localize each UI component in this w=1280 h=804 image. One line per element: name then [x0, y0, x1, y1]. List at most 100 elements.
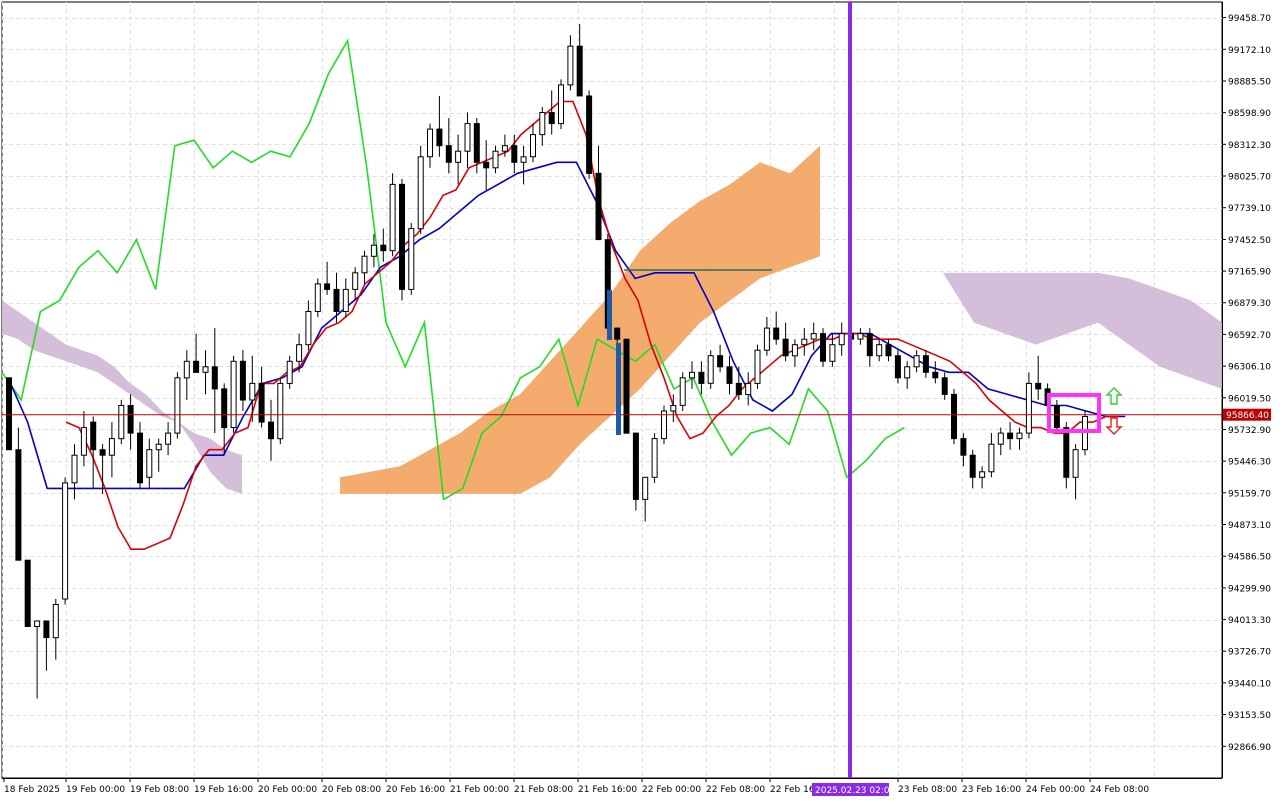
candle-bearish — [1007, 432, 1014, 440]
price-tick-label: 98885.50 — [1228, 78, 1271, 88]
time-marker-label: 2025.02.23 02:00 — [815, 786, 896, 796]
candle-bullish — [763, 327, 770, 351]
candle-bullish — [277, 382, 284, 440]
candle-bullish — [155, 443, 162, 451]
price-tick-label: 96592.70 — [1228, 331, 1271, 341]
candle-bullish — [314, 283, 321, 312]
candle-bullish — [791, 344, 798, 357]
price-tick-label: 95159.70 — [1228, 489, 1271, 499]
candle-bullish — [34, 620, 41, 627]
candle-bullish — [296, 344, 303, 362]
candle-bearish — [941, 377, 948, 395]
candle-bullish — [342, 288, 349, 312]
price-tick-label: 93153.50 — [1228, 711, 1271, 721]
price-tick-label: 95732.90 — [1228, 426, 1271, 436]
candle-bullish — [370, 244, 377, 257]
candle-bullish — [165, 432, 172, 445]
price-tick-label: 97165.90 — [1228, 268, 1271, 278]
signal-bar-upper — [607, 290, 612, 340]
candle-bullish — [876, 344, 883, 357]
candle-bearish — [473, 123, 480, 163]
candle-bullish — [745, 382, 752, 395]
candle-bearish — [6, 377, 12, 451]
time-tick-label: 18 Feb 2025 — [4, 785, 60, 795]
candle-bullish — [108, 438, 115, 456]
candle-bullish — [230, 360, 237, 429]
candle-bullish — [979, 471, 986, 478]
price-tick-label: 93440.10 — [1228, 679, 1271, 689]
price-tick-label: 97452.50 — [1228, 236, 1271, 246]
candle-bullish — [754, 349, 761, 384]
price-tick-label: 94586.50 — [1228, 553, 1271, 563]
price-tick-label: 98025.70 — [1228, 173, 1271, 183]
price-tick-label: 99458.70 — [1228, 14, 1271, 24]
candle-bearish — [15, 449, 22, 561]
candle-bullish — [1082, 416, 1088, 451]
candle-bullish — [417, 156, 424, 230]
candle-bullish — [829, 344, 836, 362]
candle-bearish — [127, 405, 134, 434]
candle-bearish — [735, 382, 742, 395]
time-tick-label: 22 Feb 00:00 — [642, 785, 701, 795]
candle-bearish — [1063, 427, 1070, 478]
candle-bullish — [810, 333, 817, 340]
time-tick-label: 19 Feb 08:00 — [130, 785, 189, 795]
candle-bullish — [838, 333, 845, 346]
candle-bearish — [90, 421, 97, 451]
candle-bullish — [651, 438, 658, 478]
candle-bullish — [1025, 382, 1032, 434]
time-tick-label: 23 Feb 16:00 — [962, 785, 1021, 795]
chart-container[interactable]: 99458.70 99172.10 98885.50 98598.90 98312.30… — [0, 0, 1280, 800]
price-tick-label: 94299.90 — [1228, 584, 1271, 594]
candle-bearish — [258, 382, 265, 423]
time-tick-label: 23 Feb 08:00 — [898, 785, 957, 795]
candle-bullish — [305, 311, 312, 346]
candle-bullish — [389, 183, 396, 252]
candle-bullish — [62, 482, 69, 600]
time-axis: 18 Feb 2025 19 Feb 00:00 19 Feb 08:00 19 Fe… — [2, 778, 1222, 796]
candle-bullish — [1072, 449, 1079, 478]
candle-bullish — [118, 405, 125, 440]
candle-bearish — [1053, 405, 1060, 429]
candle-bearish — [511, 145, 518, 163]
price-tick-label: 92866.90 — [1228, 743, 1271, 753]
price-tick-label: 98598.90 — [1228, 109, 1271, 119]
candle-bullish — [679, 377, 686, 406]
candle-bearish — [726, 366, 733, 384]
candle-bearish — [436, 128, 443, 147]
candle-bullish — [286, 360, 293, 384]
candle-bearish — [932, 371, 939, 379]
candle-bearish — [333, 288, 340, 312]
candle-bullish — [249, 382, 256, 401]
candle-bearish — [548, 112, 555, 125]
candle-bullish — [183, 360, 190, 379]
price-tick-label: 94873.10 — [1228, 521, 1271, 531]
candle-bearish — [894, 355, 901, 379]
candle-bearish — [632, 432, 639, 500]
candle-bullish — [857, 333, 864, 340]
candle-bearish — [268, 421, 274, 440]
time-tick-label: 22 Feb 08:00 — [706, 785, 765, 795]
time-tick-label: 20 Feb 08:00 — [322, 785, 381, 795]
candle-bullish — [520, 156, 527, 163]
candle-bullish — [80, 427, 87, 456]
time-tick-label: 19 Feb 00:00 — [66, 785, 125, 795]
candle-bearish — [885, 344, 892, 357]
chart-svg: 99458.70 99172.10 98885.50 98598.90 98312.30… — [1, 1, 1271, 796]
candle-bullish — [530, 134, 536, 158]
candle-bearish — [1035, 382, 1042, 390]
candle-bearish — [576, 45, 583, 97]
candle-bearish — [221, 388, 228, 429]
candle-bullish — [670, 405, 677, 412]
candle-bullish — [689, 371, 695, 379]
candle-bullish — [567, 45, 574, 86]
candle-bearish — [24, 559, 31, 628]
candle-bearish — [380, 244, 387, 252]
candle-bearish — [137, 432, 143, 484]
candle-bullish — [202, 366, 209, 373]
time-tick-label: 21 Feb 00:00 — [450, 785, 509, 795]
candle-bullish — [174, 377, 181, 434]
candle-bearish — [773, 327, 780, 340]
time-tick-label: 20 Feb 16:00 — [386, 785, 445, 795]
candle-bullish — [988, 443, 995, 473]
